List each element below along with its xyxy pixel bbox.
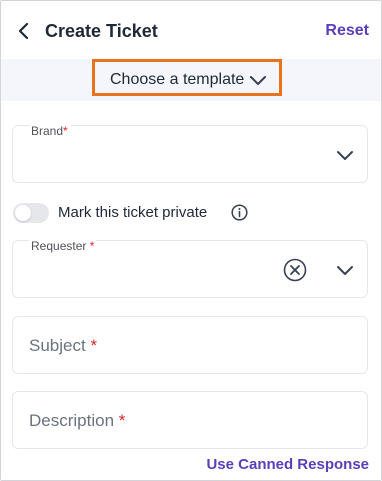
create-ticket-screen: Create Ticket Reset Choose a template Br… xyxy=(0,0,382,481)
required-asterisk: * xyxy=(90,336,98,355)
choose-template-dropdown[interactable]: Choose a template xyxy=(92,59,282,96)
info-icon[interactable] xyxy=(231,204,248,221)
brand-label: Brand* xyxy=(29,124,70,138)
back-button[interactable] xyxy=(13,19,35,43)
required-asterisk: * xyxy=(89,239,95,253)
description-field[interactable]: Description * xyxy=(12,391,368,449)
chevron-down-icon xyxy=(250,76,266,85)
use-canned-response-link[interactable]: Use Canned Response xyxy=(206,456,369,474)
clear-circle-icon[interactable] xyxy=(283,258,307,282)
private-toggle-label: Mark this ticket private xyxy=(58,204,208,221)
toggle-knob xyxy=(15,205,31,221)
description-placeholder: Description * xyxy=(29,411,126,430)
chevron-down-icon[interactable] xyxy=(336,261,354,279)
private-toggle[interactable] xyxy=(13,203,49,223)
subject-field[interactable]: Subject * xyxy=(12,316,368,374)
brand-field[interactable]: Brand* xyxy=(12,124,368,183)
subject-placeholder: Subject * xyxy=(29,336,98,355)
requester-field[interactable]: Requester * xyxy=(12,239,368,298)
template-bar: Choose a template xyxy=(1,59,381,101)
page-title: Create Ticket xyxy=(45,21,158,41)
requester-label: Requester * xyxy=(29,239,97,253)
chevron-left-icon xyxy=(18,22,29,40)
template-label: Choose a template xyxy=(110,71,245,88)
required-asterisk: * xyxy=(63,124,68,138)
reset-button[interactable]: Reset xyxy=(325,20,369,42)
chevron-down-icon[interactable] xyxy=(336,146,354,164)
required-asterisk: * xyxy=(118,411,126,430)
header: Create Ticket Reset xyxy=(1,1,381,59)
